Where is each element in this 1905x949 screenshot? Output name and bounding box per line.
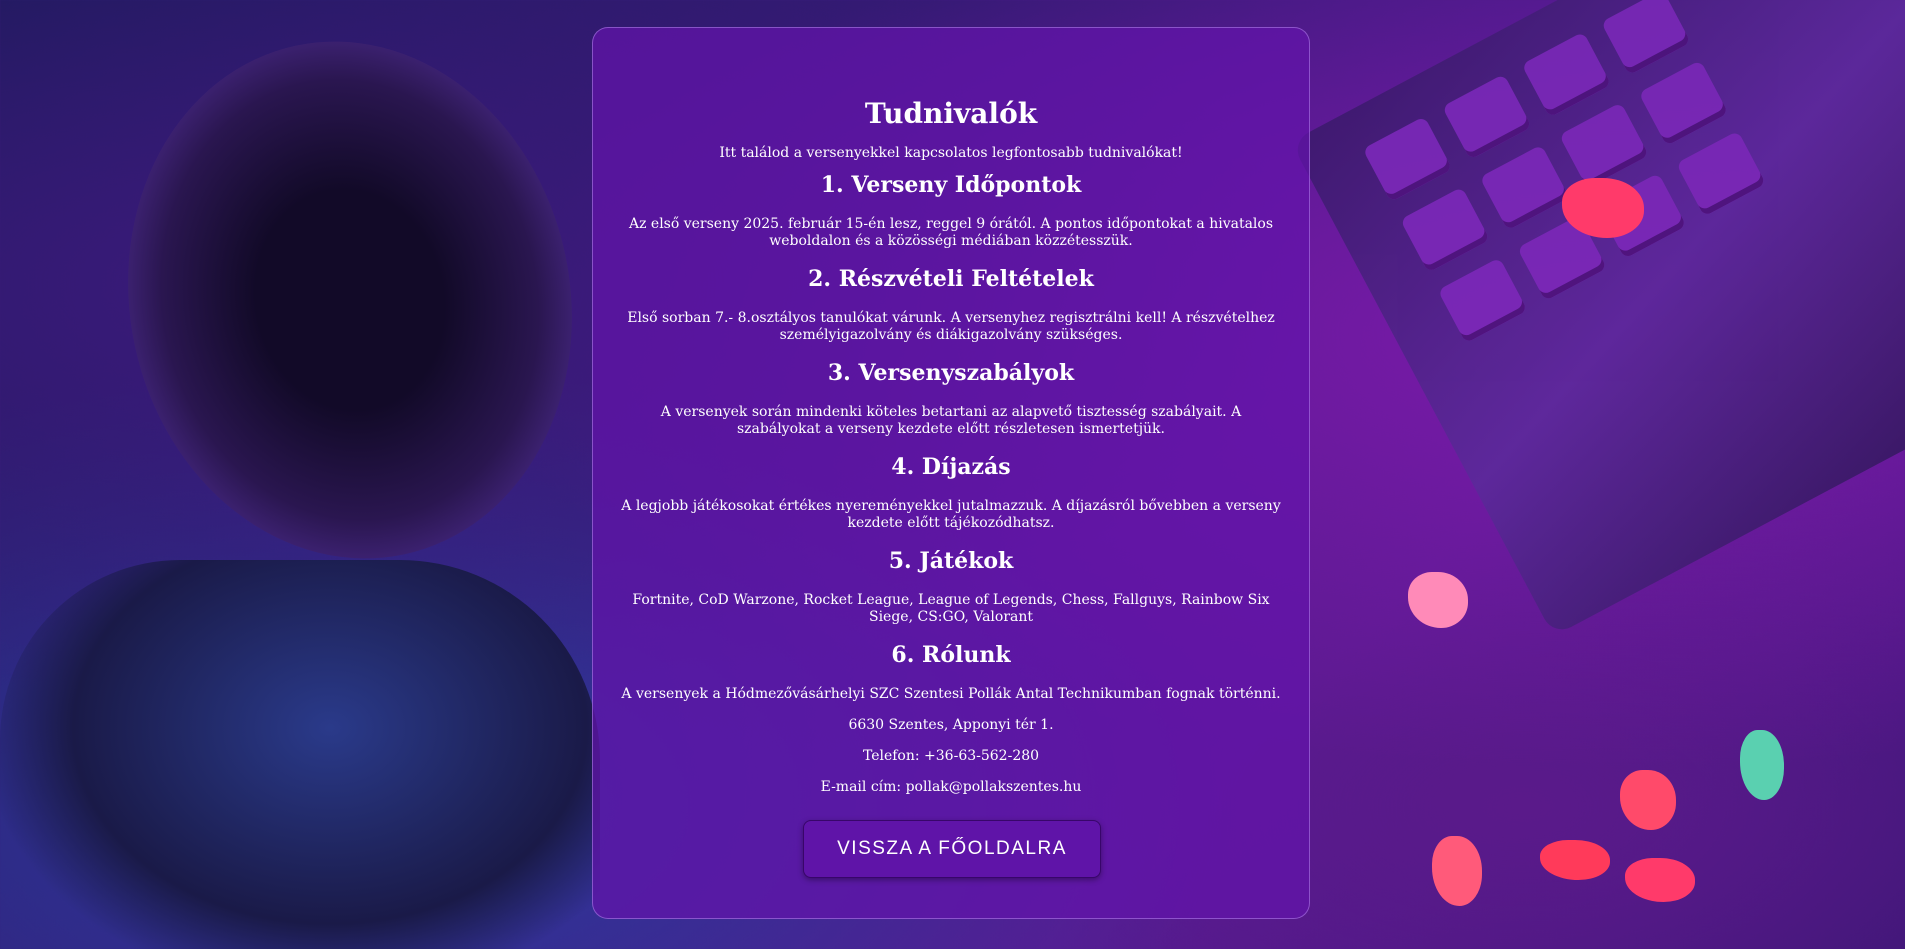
section-text-requirements: Első sorban 7.- 8.osztályos tanulókat vá… xyxy=(627,310,1275,343)
background-keyboard xyxy=(1290,0,1905,637)
background-candy xyxy=(1540,840,1610,880)
section-heading-about: 6. Rólunk xyxy=(891,642,1011,668)
background-candy xyxy=(1408,572,1468,628)
section-text-prizes: A legjobb játékosokat értékes nyereménye… xyxy=(621,498,1281,531)
background-candy xyxy=(1740,730,1784,800)
about-venue: A versenyek a Hódmezővásárhelyi SZC Szen… xyxy=(621,686,1281,702)
section-text-games: Fortnite, CoD Warzone, Rocket League, Le… xyxy=(632,592,1270,625)
background-headset xyxy=(80,0,620,601)
back-to-home-button[interactable]: VISSZA A FŐOLDALRA xyxy=(803,820,1101,878)
section-heading-games: 5. Játékok xyxy=(888,548,1014,574)
about-phone: Telefon: +36-63-562-280 xyxy=(862,748,1040,764)
section-heading-dates: 1. Verseny Időpontok xyxy=(820,172,1082,198)
background-candy xyxy=(1432,836,1482,906)
info-card: Tudnivalók Itt találod a versenyekkel ka… xyxy=(592,27,1310,919)
section-text-dates: Az első verseny 2025. február 15-én lesz… xyxy=(628,216,1274,249)
about-email: E-mail cím: pollak@pollakszentes.hu xyxy=(820,779,1082,795)
background-candy xyxy=(1562,178,1644,238)
page-title: Tudnivalók xyxy=(864,97,1038,130)
about-address: 6630 Szentes, Apponyi tér 1. xyxy=(848,717,1054,733)
section-heading-requirements: 2. Részvételi Feltételek xyxy=(808,266,1094,292)
background-candy xyxy=(1620,770,1676,830)
background-controller xyxy=(0,560,600,949)
section-heading-rules: 3. Versenyszabályok xyxy=(827,360,1075,386)
intro-text: Itt találod a versenyekkel kapcsolatos l… xyxy=(719,145,1183,161)
section-heading-prizes: 4. Díjazás xyxy=(891,454,1011,480)
background-candy xyxy=(1625,858,1695,902)
section-text-rules: A versenyek során mindenki köteles betar… xyxy=(660,404,1242,437)
